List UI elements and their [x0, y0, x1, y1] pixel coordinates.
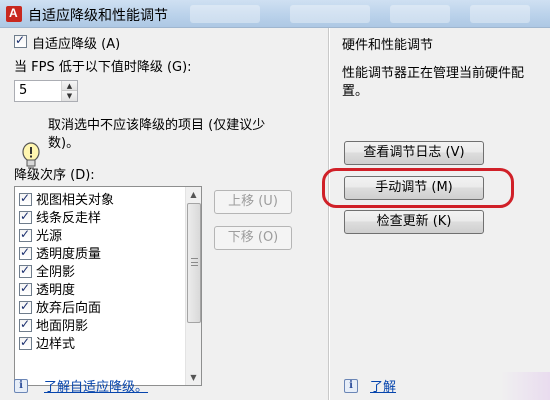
item-checkbox[interactable] — [19, 299, 32, 314]
view-tuning-log-button[interactable]: 查看调节日志 (V) — [344, 141, 484, 165]
list-item[interactable]: 放弃后向面 — [19, 297, 102, 316]
list-item-label: 线条反走样 — [36, 211, 102, 226]
list-item-label: 透明度 — [36, 283, 76, 298]
title-bar: 自适应降级和性能调节 — [0, 0, 550, 28]
degrade-tip-line2: 数)。 — [48, 136, 80, 151]
checkbox-box[interactable] — [14, 33, 27, 48]
list-item-label: 全阴影 — [36, 265, 76, 280]
list-item-label: 透明度质量 — [36, 247, 102, 262]
list-item[interactable]: 光源 — [19, 225, 63, 244]
title-ghost-text — [470, 5, 530, 23]
hardware-tuning-heading: 硬件和性能调节 — [342, 38, 434, 53]
item-checkbox[interactable] — [19, 227, 32, 242]
list-item[interactable]: 线条反走样 — [19, 207, 102, 226]
stepper-down-icon[interactable]: ▼ — [62, 91, 77, 101]
highlight-annotation — [322, 168, 514, 208]
list-item[interactable]: 全阴影 — [19, 261, 76, 280]
scroll-grip-icon — [191, 258, 198, 266]
info-icon: i — [14, 379, 28, 393]
fps-threshold-value[interactable]: 5 — [19, 83, 27, 98]
item-checkbox[interactable] — [19, 317, 32, 332]
degrade-tip-line1: 取消选中不应该降级的项目 (仅建议少 — [48, 118, 266, 133]
window-title: 自适应降级和性能调节 — [28, 8, 168, 24]
list-item-label: 地面阴影 — [36, 319, 89, 334]
corner-overlay — [500, 372, 550, 400]
list-item-label: 边样式 — [36, 337, 76, 352]
degradation-order-label: 降级次序 (D): — [14, 168, 95, 183]
item-checkbox[interactable] — [19, 191, 32, 206]
list-item-label: 视图相关对象 — [36, 193, 115, 208]
list-item-label: 放弃后向面 — [36, 301, 102, 316]
fps-threshold-stepper[interactable]: 5 ▲ ▼ — [14, 80, 78, 102]
move-up-button[interactable]: 上移 (U) — [214, 190, 292, 214]
learn-hardware-tuning-link[interactable]: 了解 — [370, 376, 396, 395]
move-down-button[interactable]: 下移 (O) — [214, 226, 292, 250]
list-item[interactable]: 地面阴影 — [19, 315, 89, 334]
info-icon: i — [344, 379, 358, 393]
list-item-label: 光源 — [36, 229, 63, 244]
learn-adaptive-degradation-link[interactable]: 了解自适应降级。 — [44, 376, 148, 395]
item-checkbox[interactable] — [19, 335, 32, 350]
title-ghost-text — [190, 5, 260, 23]
adaptive-degradation-label: 自适应降级 (A) — [32, 37, 121, 52]
list-item[interactable]: 边样式 — [19, 333, 76, 352]
app-icon — [6, 6, 22, 22]
list-item[interactable]: 视图相关对象 — [19, 189, 115, 208]
tuner-status-line1: 性能调节器正在管理当前硬件配 — [342, 66, 525, 81]
scroll-thumb[interactable] — [187, 203, 201, 323]
fps-threshold-label: 当 FPS 低于以下值时降级 (G): — [14, 60, 192, 75]
scroll-down-icon[interactable]: ▼ — [186, 370, 201, 385]
item-checkbox[interactable] — [19, 263, 32, 278]
list-item[interactable]: 透明度 — [19, 279, 76, 298]
title-ghost-text — [390, 5, 450, 23]
list-scrollbar[interactable]: ▲ ▼ — [185, 187, 201, 385]
adaptive-degradation-checkbox[interactable]: 自适应降级 (A) — [14, 33, 120, 52]
title-ghost-text — [290, 5, 370, 23]
item-checkbox[interactable] — [19, 245, 32, 260]
stepper-buttons: ▲ ▼ — [61, 81, 77, 101]
scroll-up-icon[interactable]: ▲ — [186, 187, 201, 202]
list-item[interactable]: 透明度质量 — [19, 243, 102, 262]
item-checkbox[interactable] — [19, 209, 32, 224]
tuner-status-line2: 置。 — [342, 84, 369, 99]
item-checkbox[interactable] — [19, 281, 32, 296]
check-updates-button[interactable]: 检查更新 (K) — [344, 210, 484, 234]
stepper-up-icon[interactable]: ▲ — [62, 81, 77, 91]
degradation-order-list[interactable]: 视图相关对象 线条反走样 光源 透明度质量 全阴影 透明度 放弃后向面 地面阴影… — [14, 186, 202, 386]
